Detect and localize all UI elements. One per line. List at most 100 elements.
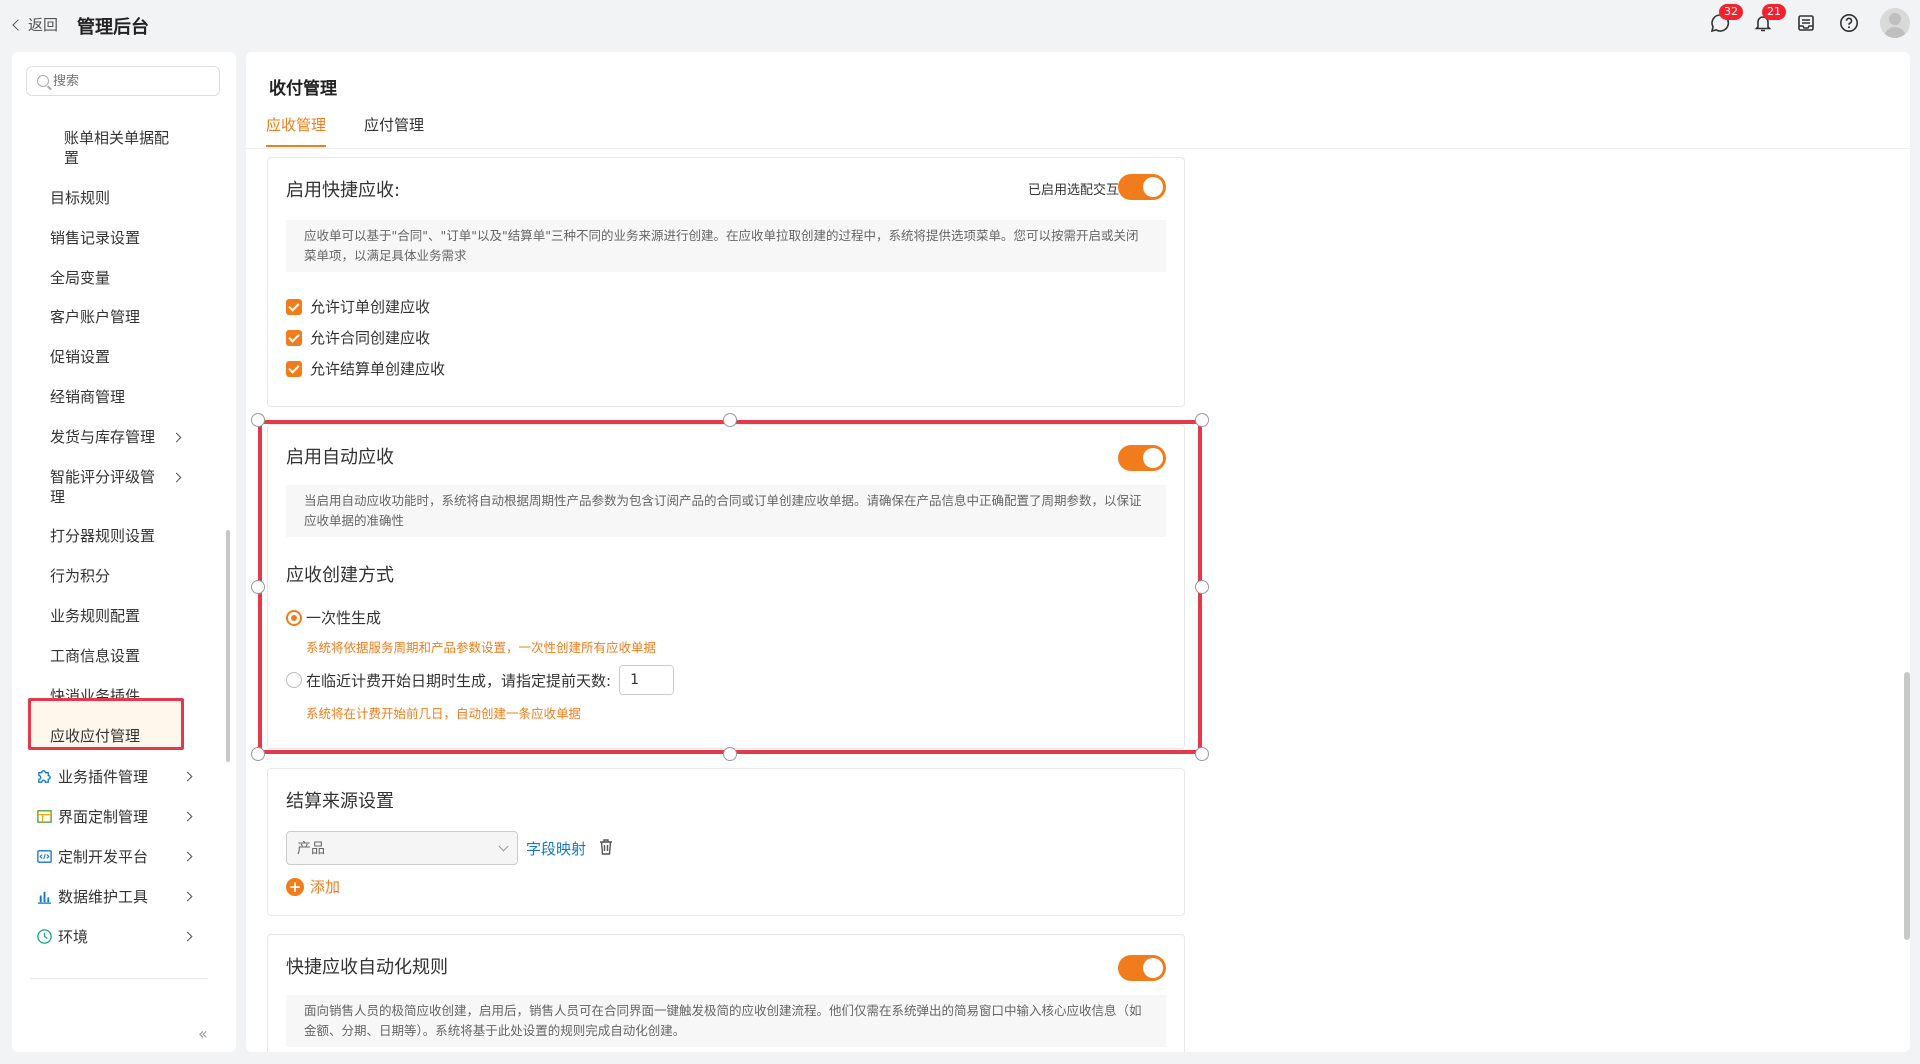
bar-chart-icon (37, 891, 52, 904)
notification-button[interactable]: 21 (1751, 4, 1786, 35)
sidebar-item-label: 置 (64, 149, 80, 167)
resize-handle-w[interactable] (251, 580, 265, 594)
tab-receivable[interactable]: 应收管理 (266, 114, 327, 147)
resize-handle-ne[interactable] (1195, 413, 1209, 427)
sidebar-item-business-info[interactable]: 工商信息设置 (50, 646, 140, 666)
main-scrollbar[interactable] (1904, 672, 1910, 940)
sidebar-item-customer-account[interactable]: 客户账户管理 (50, 307, 140, 327)
sidebar-item-label: 账单相关单据配 (64, 129, 170, 147)
checkbox-order-receivable[interactable]: 允许订单创建应收 (286, 296, 430, 317)
settlement-source-card: 结算来源设置 产品 字段映射 + 添加 (267, 768, 1185, 916)
resize-handle-nw[interactable] (251, 413, 265, 427)
sidebar-group-business-plugins[interactable]: 业务插件管理 (36, 766, 148, 787)
user-avatar[interactable] (1880, 8, 1910, 38)
resize-handle-s[interactable] (723, 747, 737, 761)
tabs: 应收管理 应付管理 (266, 114, 424, 147)
back-button[interactable]: 返回 (12, 14, 59, 35)
checkbox-label: 允许结算单创建应收 (310, 360, 446, 378)
field-mapping-link[interactable]: 字段映射 (526, 838, 586, 859)
automation-rules-toggle[interactable] (1118, 955, 1166, 981)
message-badge: 32 (1719, 4, 1743, 20)
inbox-icon (1798, 15, 1814, 31)
automation-rules-desc: 面向销售人员的极简应收创建，启用后，销售人员可在合同界面一键触发极简的应收创建流… (286, 995, 1166, 1047)
search-icon (37, 75, 49, 87)
settlement-source-select[interactable]: 产品 (286, 831, 518, 865)
top-icons: 32 21 (1708, 4, 1910, 38)
sidebar-group-label: 环境 (58, 928, 89, 946)
resize-handle-se[interactable] (1195, 747, 1209, 761)
sidebar-item-global-vars[interactable]: 全局变量 (50, 268, 110, 288)
chevron-right-icon (182, 771, 193, 782)
notification-badge: 21 (1762, 4, 1786, 20)
sidebar-group-data-tools[interactable]: 数据维护工具 (36, 886, 148, 907)
checkbox-checked-icon (286, 329, 302, 346)
sidebar-group-environment[interactable]: 环境 (36, 926, 88, 947)
environment-icon (37, 929, 52, 944)
sidebar-divider (30, 978, 208, 979)
sidebar-group-label: 定制开发平台 (58, 848, 149, 866)
checkbox-contract-receivable[interactable]: 允许合同创建应收 (286, 327, 430, 348)
sidebar: 账单相关单据配 置 目标规则 销售记录设置 全局变量 客户账户管理 促销设置 经… (12, 52, 236, 1052)
chevron-right-icon (182, 931, 193, 942)
trash-icon[interactable] (598, 838, 614, 856)
app-title: 管理后台 (77, 17, 149, 38)
automation-rules-title: 快捷应收自动化规则 (286, 957, 448, 978)
help-icon (1840, 14, 1858, 32)
chevron-right-icon (182, 811, 193, 822)
chevron-right-icon (171, 432, 182, 443)
chevron-right-icon (182, 851, 193, 862)
collapse-sidebar-button[interactable]: « (198, 1024, 208, 1043)
puzzle-icon (38, 770, 51, 783)
quick-receivable-toggle[interactable] (1118, 174, 1166, 200)
selection-frame (258, 420, 1202, 754)
resize-handle-e[interactable] (1195, 580, 1209, 594)
sidebar-group-label: 数据维护工具 (58, 888, 149, 906)
settlement-source-title: 结算来源设置 (286, 791, 394, 812)
sidebar-item-sales-record[interactable]: 销售记录设置 (50, 228, 140, 248)
sidebar-item-label: 理 (50, 488, 66, 506)
checkbox-settlement-receivable[interactable]: 允许结算单创建应收 (286, 358, 445, 379)
plus-circle-icon: + (286, 877, 304, 896)
sidebar-item-shipping-inventory[interactable]: 发货与库存管理 (50, 427, 155, 447)
resize-handle-n[interactable] (723, 413, 737, 427)
sidebar-item-smart-rating[interactable]: 智能评分评级管 理 (50, 467, 155, 507)
checkbox-checked-icon (286, 298, 302, 315)
back-label: 返回 (28, 16, 59, 34)
sidebar-item-promotion[interactable]: 促销设置 (50, 347, 110, 367)
search-input[interactable] (53, 73, 213, 89)
chevron-right-icon (182, 891, 193, 902)
top-bar: 返回 管理后台 32 21 (0, 0, 1920, 50)
tab-payable[interactable]: 应付管理 (364, 114, 424, 147)
tasks-button[interactable] (1794, 11, 1818, 35)
sidebar-item-bill-config[interactable]: 账单相关单据配 置 (64, 128, 169, 168)
quick-receivable-title: 启用快捷应收: (286, 180, 401, 201)
checkbox-checked-icon (286, 360, 302, 377)
sidebar-item-business-rules[interactable]: 业务规则配置 (50, 606, 140, 626)
sidebar-group-label: 界面定制管理 (58, 808, 149, 826)
select-value: 产品 (297, 841, 325, 857)
help-button[interactable] (1837, 11, 1861, 35)
sidebar-search[interactable] (26, 66, 220, 96)
automation-rules-card: 快捷应收自动化规则 面向销售人员的极简应收创建，启用后，销售人员可在合同界面一键… (267, 934, 1185, 1052)
layout-icon (37, 810, 52, 823)
sidebar-item-scorer-rules[interactable]: 打分器规则设置 (50, 526, 155, 546)
quick-receivable-desc: 应收单可以基于"合同"、"订单"以及"结算单"三种不同的业务来源进行创建。在应收… (286, 220, 1166, 272)
sidebar-group-ui-customization[interactable]: 界面定制管理 (36, 806, 148, 827)
sidebar-scrollbar[interactable] (226, 530, 230, 762)
sidebar-item-dealer[interactable]: 经销商管理 (50, 387, 125, 407)
resize-handle-sw[interactable] (251, 747, 265, 761)
page-title: 收付管理 (269, 79, 337, 99)
chevron-left-icon (12, 18, 24, 31)
add-source-button[interactable]: + 添加 (286, 876, 340, 897)
checkbox-label: 允许订单创建应收 (310, 298, 431, 316)
sidebar-item-receivable-payable[interactable]: 应收应付管理 (50, 726, 140, 746)
quick-toggle-label: 已启用选配交互 (1028, 183, 1120, 198)
message-button[interactable]: 32 (1708, 4, 1743, 35)
tabs-divider (246, 148, 1910, 149)
sidebar-item-behavior-points[interactable]: 行为积分 (50, 566, 110, 586)
chevron-down-icon (498, 841, 509, 852)
sidebar-item-target-rules[interactable]: 目标规则 (50, 188, 110, 208)
sidebar-group-dev-platform[interactable]: 定制开发平台 (36, 846, 148, 867)
chevron-right-icon (171, 472, 182, 483)
checkbox-label: 允许合同创建应收 (310, 329, 431, 347)
